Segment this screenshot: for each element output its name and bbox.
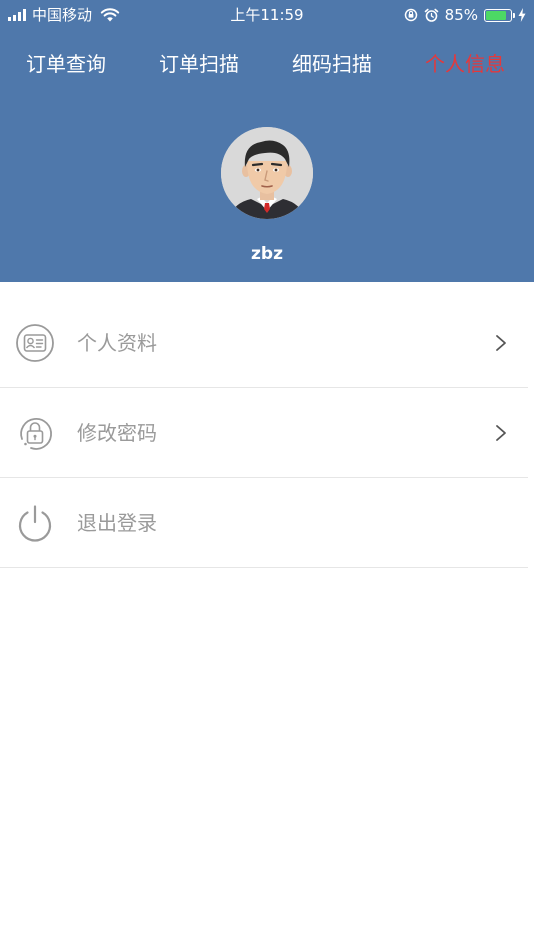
username: zbz [251,244,283,264]
lock-icon [20,418,52,450]
avatar[interactable] [221,127,313,219]
divider [0,567,528,568]
status-bar: 中国移动 上午11:59 85% [0,0,534,30]
tab-detail-code-scan[interactable]: 细码扫描 [292,44,372,84]
menu-item-label: 退出登录 [77,511,157,535]
charging-icon [518,8,526,22]
menu-item-personal-profile[interactable]: 个人资料 [0,298,534,388]
top-nav: 订单查询 订单扫描 细码扫描 个人信息 [0,44,534,84]
chevron-right-icon [496,335,506,351]
settings-menu: 个人资料 修改密码 退出登录 [0,298,534,568]
battery-icon [484,8,515,22]
header: 中国移动 上午11:59 85% 订单查询 订单扫描 细码扫描 个人信息 zbz [0,0,534,282]
id-card-icon [16,324,54,362]
tab-personal-info[interactable]: 个人信息 [425,44,505,84]
tab-order-query[interactable]: 订单查询 [26,44,106,84]
power-icon [18,505,52,542]
tab-order-scan[interactable]: 订单扫描 [159,44,239,84]
menu-item-logout[interactable]: 退出登录 [0,478,534,568]
cartoon-man-avatar-icon [221,127,313,219]
battery-level-fill [486,10,506,20]
menu-item-label: 个人资料 [77,331,157,355]
battery-percent: 85% [444,6,478,24]
chevron-right-icon [496,425,506,441]
alarm-icon [424,8,438,22]
status-bar-right: 85% [404,4,526,26]
menu-item-change-password[interactable]: 修改密码 [0,388,534,478]
orientation-lock-icon [404,8,417,22]
menu-item-label: 修改密码 [77,421,157,445]
